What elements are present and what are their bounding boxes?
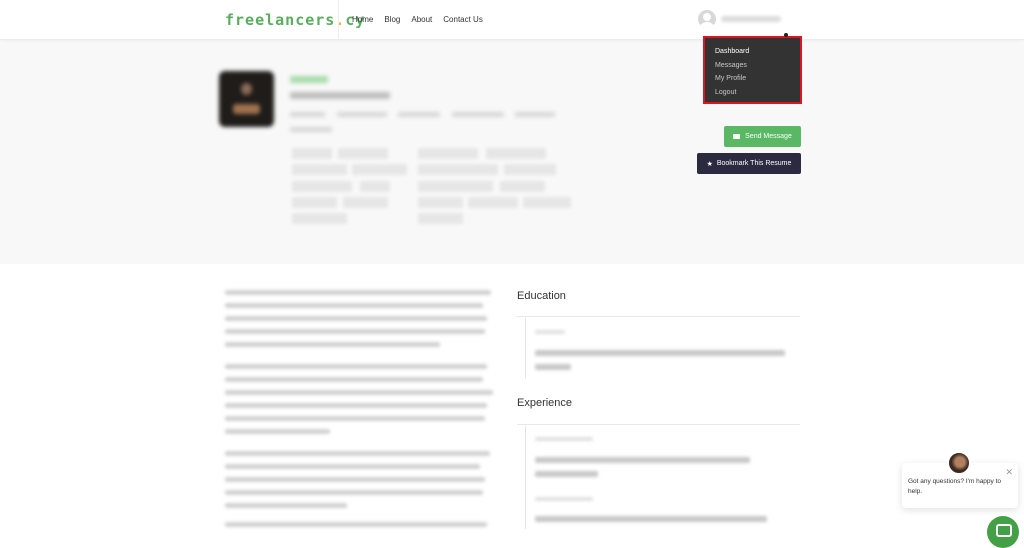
- skill-tag: [292, 148, 332, 159]
- close-icon[interactable]: ✕: [1005, 467, 1013, 477]
- skill-tag: [418, 164, 498, 175]
- skill-tag: [500, 181, 545, 192]
- menu-item-dashboard[interactable]: Dashboard: [715, 45, 800, 59]
- education-date-blurred: [535, 330, 565, 334]
- skill-tag: [418, 181, 493, 192]
- menu-item-messages[interactable]: Messages: [715, 59, 800, 73]
- experience-heading: Experience: [517, 397, 573, 409]
- header-divider: [338, 0, 339, 40]
- skill-tag: [292, 164, 347, 175]
- chat-greeting-text: Got any questions? I'm happy to help.: [908, 478, 1002, 495]
- bookmark-resume-button[interactable]: ★ Bookmark This Resume: [697, 153, 801, 174]
- profile-photo: [219, 71, 274, 127]
- nav-home[interactable]: Home: [352, 15, 373, 24]
- experience-date-blurred: [535, 437, 593, 441]
- star-icon: ★: [706, 160, 713, 168]
- envelope-icon: [733, 134, 741, 139]
- education-degree-blurred: [535, 350, 785, 356]
- meta-blurred: [515, 112, 555, 117]
- skill-tag: [338, 148, 388, 159]
- user-name-blurred: [721, 16, 781, 22]
- bookmark-label: Bookmark This Resume: [716, 160, 792, 167]
- send-message-label: Send Message: [745, 133, 792, 140]
- skill-tag: [418, 197, 463, 208]
- user-menu-toggle[interactable]: [698, 10, 781, 28]
- meta-blurred: [290, 112, 325, 117]
- chat-agent-avatar: [947, 451, 971, 475]
- site-header: freelancers.cy Home Blog About Contact U…: [0, 0, 1024, 40]
- menu-item-logout[interactable]: Logout: [715, 86, 800, 100]
- skill-tag: [523, 197, 571, 208]
- logo-dot: .: [335, 11, 346, 29]
- meta-blurred: [337, 112, 387, 117]
- skill-tag: [486, 148, 546, 159]
- skill-tag: [292, 181, 352, 192]
- menu-item-my-profile[interactable]: My Profile: [715, 72, 800, 86]
- education-timeline: [525, 318, 526, 378]
- meta-blurred: [452, 112, 504, 117]
- skill-tag: [352, 164, 407, 175]
- experience-role-blurred: [535, 457, 750, 463]
- education-degree-blurred: [535, 364, 571, 370]
- skill-tag: [504, 164, 556, 175]
- skill-tag: [360, 181, 390, 192]
- nav-blog[interactable]: Blog: [384, 15, 400, 24]
- experience-date-blurred: [535, 497, 593, 501]
- meta-blurred: [398, 112, 440, 117]
- send-message-button[interactable]: Send Message: [724, 126, 801, 147]
- skill-tag: [468, 197, 518, 208]
- skill-tag: [292, 213, 347, 224]
- user-dropdown-menu: Dashboard Messages My Profile Logout: [703, 33, 802, 104]
- logo-text: freelancers: [225, 11, 336, 29]
- experience-role-blurred: [535, 516, 767, 522]
- skill-tag: [343, 197, 388, 208]
- nav-contact-us[interactable]: Contact Us: [443, 15, 483, 24]
- nav-about[interactable]: About: [411, 15, 432, 24]
- main-nav: Home Blog About Contact Us: [352, 15, 483, 24]
- experience-timeline: [525, 426, 526, 529]
- education-divider: [517, 316, 800, 317]
- experience-role-blurred: [535, 471, 598, 477]
- candidate-title-blurred: [290, 92, 390, 99]
- skill-tag: [418, 148, 478, 159]
- meta-blurred: [290, 127, 332, 132]
- dropdown-pointer: [784, 33, 788, 37]
- site-logo[interactable]: freelancers.cy: [225, 11, 365, 29]
- chat-launcher-button[interactable]: [987, 516, 1019, 548]
- skill-tag: [292, 197, 337, 208]
- skill-tag: [418, 213, 463, 224]
- candidate-name-blurred: [290, 76, 328, 83]
- experience-divider: [517, 424, 800, 425]
- education-heading: Education: [517, 290, 566, 302]
- user-avatar-icon: [698, 10, 716, 28]
